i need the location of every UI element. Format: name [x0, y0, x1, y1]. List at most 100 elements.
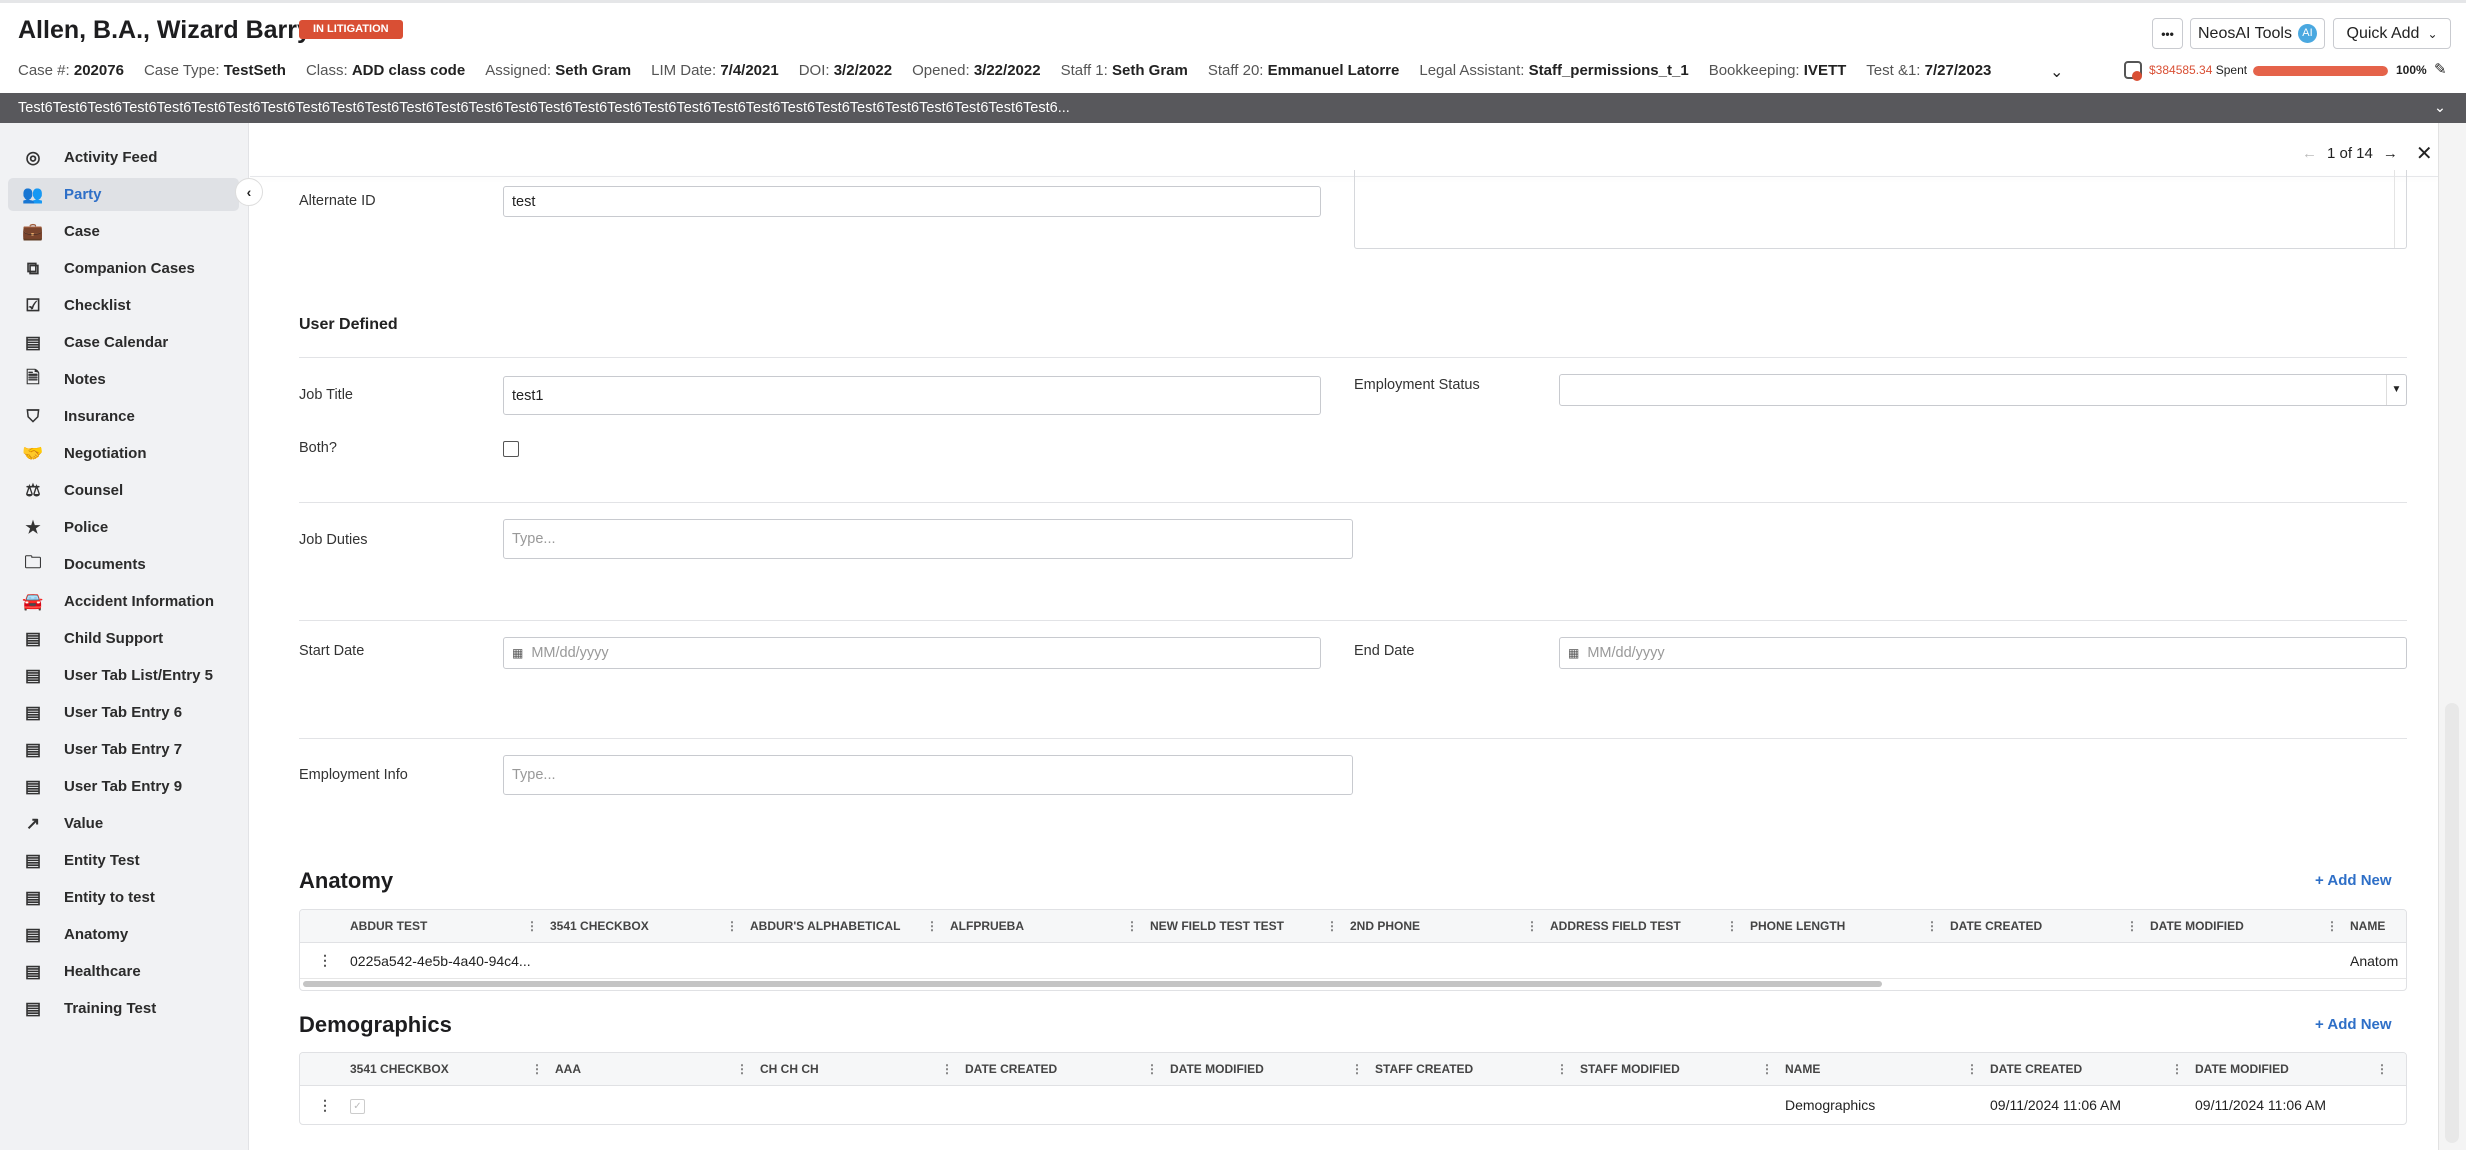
demographics-add-new-button[interactable]: + Add New [2315, 1016, 2392, 1033]
column-header[interactable]: DATE MODIFIED ⋮ [2195, 1062, 2400, 1076]
sidebar-item-child-support[interactable]: ▤ Child Support [8, 622, 239, 655]
pencil-icon[interactable]: ✎ [2434, 60, 2447, 78]
horizontal-scrollbar[interactable] [300, 979, 2406, 989]
column-header[interactable]: DATE MODIFIED ⋮ [2150, 919, 2350, 933]
sidebar-item-user-tab-entry-7[interactable]: ▤ User Tab Entry 7 [8, 733, 239, 766]
column-header[interactable]: NAME [2350, 919, 2406, 933]
page-scrollbar[interactable] [2438, 123, 2466, 1150]
row-menu-icon[interactable]: ⋮ [300, 1097, 350, 1114]
sidebar-item-counsel[interactable]: ⚖ Counsel [8, 474, 239, 507]
column-menu-icon[interactable]: ⋮ [926, 919, 938, 933]
sidebar-item-case-calendar[interactable]: ▤ Case Calendar [8, 326, 239, 359]
expand-info-chevron-icon[interactable]: ⌄ [2050, 62, 2063, 82]
column-menu-icon[interactable]: ⋮ [736, 1062, 748, 1076]
sidebar-item-anatomy[interactable]: ▤ Anatomy [8, 918, 239, 951]
column-menu-icon[interactable]: ⋮ [941, 1062, 953, 1076]
column-header[interactable]: ABDUR TEST ⋮ [350, 919, 550, 933]
sidebar-item-police[interactable]: ★ Police [8, 511, 239, 544]
column-menu-icon[interactable]: ⋮ [2171, 1062, 2183, 1076]
column-header[interactable]: STAFF MODIFIED ⋮ [1580, 1062, 1785, 1076]
column-menu-icon[interactable]: ⋮ [526, 919, 538, 933]
column-menu-icon[interactable]: ⋮ [2376, 1062, 2388, 1076]
collapse-sidebar-button[interactable]: ‹ [235, 178, 263, 206]
neosai-tools-button[interactable]: NeosAI Tools AI [2190, 18, 2325, 49]
sidebar-item-user-tab-entry-9[interactable]: ▤ User Tab Entry 9 [8, 770, 239, 803]
sidebar-item-healthcare[interactable]: ▤ Healthcare [8, 955, 239, 988]
column-header[interactable]: NAME ⋮ [1785, 1062, 1990, 1076]
column-header[interactable]: CH CH CH ⋮ [760, 1062, 965, 1076]
column-menu-icon[interactable]: ⋮ [1351, 1062, 1363, 1076]
sidebar-item-training-test[interactable]: ▤ Training Test [8, 992, 239, 1025]
sidebar-item-notes[interactable]: 🗎 Notes [8, 363, 239, 396]
row-checkbox[interactable]: ✓ [350, 1099, 365, 1114]
column-menu-icon[interactable]: ⋮ [1556, 1062, 1568, 1076]
column-header[interactable]: DATE CREATED ⋮ [965, 1062, 1170, 1076]
notes-textarea[interactable] [1354, 170, 2407, 249]
table-row[interactable]: ⋮ 0225a542-4e5b-4a40-94c4... Anatom [300, 943, 2406, 979]
sidebar-item-accident-information[interactable]: 🚘 Accident Information [8, 585, 239, 618]
end-date-input[interactable]: ▦ MM/dd/yyyy [1559, 637, 2407, 669]
horizontal-scrollbar-thumb[interactable] [303, 981, 1882, 987]
column-menu-icon[interactable]: ⋮ [726, 919, 738, 933]
sidebar-item-label: Documents [64, 556, 146, 573]
sidebar-item-party[interactable]: 👥 Party [8, 178, 239, 211]
both-checkbox[interactable] [503, 441, 519, 457]
employment-info-textarea[interactable]: Type... [503, 755, 1353, 795]
column-header[interactable]: NEW FIELD TEST TEST ⋮ [1150, 919, 1350, 933]
column-menu-icon[interactable]: ⋮ [1966, 1062, 1978, 1076]
column-menu-icon[interactable]: ⋮ [1526, 919, 1538, 933]
sidebar-item-user-tab-list-entry-5[interactable]: ▤ User Tab List/Entry 5 [8, 659, 239, 692]
column-menu-icon[interactable]: ⋮ [2126, 919, 2138, 933]
column-header[interactable]: STAFF CREATED ⋮ [1375, 1062, 1580, 1076]
page-scrollbar-thumb[interactable] [2445, 703, 2459, 1143]
column-menu-icon[interactable]: ⋮ [1926, 919, 1938, 933]
column-header[interactable]: DATE CREATED ⋮ [1990, 1062, 2195, 1076]
column-header[interactable]: 3541 CHECKBOX ⋮ [550, 919, 750, 933]
column-header[interactable]: ADDRESS FIELD TEST ⋮ [1550, 919, 1750, 933]
anatomy-add-new-button[interactable]: + Add New [2315, 872, 2392, 889]
column-header[interactable]: 2ND PHONE ⋮ [1350, 919, 1550, 933]
job-title-textarea[interactable]: test1 [503, 376, 1321, 415]
close-icon[interactable]: ✕ [2416, 141, 2433, 166]
next-arrow-icon[interactable]: → [2383, 145, 2398, 162]
textarea-scrollbar[interactable] [2394, 170, 2406, 248]
job-duties-textarea[interactable]: Type... [503, 519, 1353, 559]
column-header[interactable]: AAA ⋮ [555, 1062, 760, 1076]
sidebar-item-entity-test[interactable]: ▤ Entity Test [8, 844, 239, 877]
sidebar-item-checklist[interactable]: ☑ Checklist [8, 289, 239, 322]
column-menu-icon[interactable]: ⋮ [1126, 919, 1138, 933]
sidebar-item-entity-to-test[interactable]: ▤ Entity to test [8, 881, 239, 914]
sidebar-item-value[interactable]: ↗ Value [8, 807, 239, 840]
column-header[interactable]: ALFPRUEBA ⋮ [950, 919, 1150, 933]
more-button[interactable]: ••• [2152, 18, 2183, 49]
sidebar-item-case[interactable]: 💼 Case [8, 215, 239, 248]
sidebar-item-documents[interactable]: 🗀 Documents [8, 548, 239, 581]
column-menu-icon[interactable]: ⋮ [1726, 919, 1738, 933]
column-menu-icon[interactable]: ⋮ [1761, 1062, 1773, 1076]
banner-chevron-icon[interactable]: ⌄ [2434, 93, 2446, 123]
column-menu-icon[interactable]: ⋮ [1146, 1062, 1158, 1076]
sidebar-item-label: User Tab List/Entry 5 [64, 667, 213, 684]
column-header[interactable]: 3541 CHECKBOX ⋮ [350, 1062, 555, 1076]
column-header[interactable]: ABDUR'S ALPHABETICAL ⋮ [750, 919, 950, 933]
row-menu-icon[interactable]: ⋮ [300, 952, 350, 969]
end-date-label: End Date [1354, 643, 1415, 659]
table-row[interactable]: ⋮ ✓ Demographics 09/11/2024 11:06 AM 09/11/2… [300, 1086, 2406, 1124]
employment-status-select[interactable]: ▼ [1559, 374, 2407, 406]
quick-add-button[interactable]: Quick Add ⌄ [2333, 18, 2451, 49]
column-menu-icon[interactable]: ⋮ [531, 1062, 543, 1076]
sidebar-item-user-tab-entry-6[interactable]: ▤ User Tab Entry 6 [8, 696, 239, 729]
start-date-input[interactable]: ▦ MM/dd/yyyy [503, 637, 1321, 669]
column-menu-icon[interactable]: ⋮ [1326, 919, 1338, 933]
prev-arrow-icon[interactable]: ← [2302, 145, 2317, 162]
column-header[interactable]: DATE MODIFIED ⋮ [1170, 1062, 1375, 1076]
sidebar-item-insurance[interactable]: ⛉ Insurance [8, 400, 239, 433]
column-header[interactable]: PHONE LENGTH ⋮ [1750, 919, 1950, 933]
sidebar-item-companion-cases[interactable]: ⧉ Companion Cases [8, 252, 239, 285]
list-icon: ▤ [24, 998, 42, 1018]
sidebar-item-activity-feed[interactable]: ◎ Activity Feed [8, 141, 239, 174]
sidebar-item-negotiation[interactable]: 🤝 Negotiation [8, 437, 239, 470]
column-menu-icon[interactable]: ⋮ [2326, 919, 2338, 933]
column-header[interactable]: DATE CREATED ⋮ [1950, 919, 2150, 933]
alternate-id-input[interactable]: test [503, 186, 1321, 217]
